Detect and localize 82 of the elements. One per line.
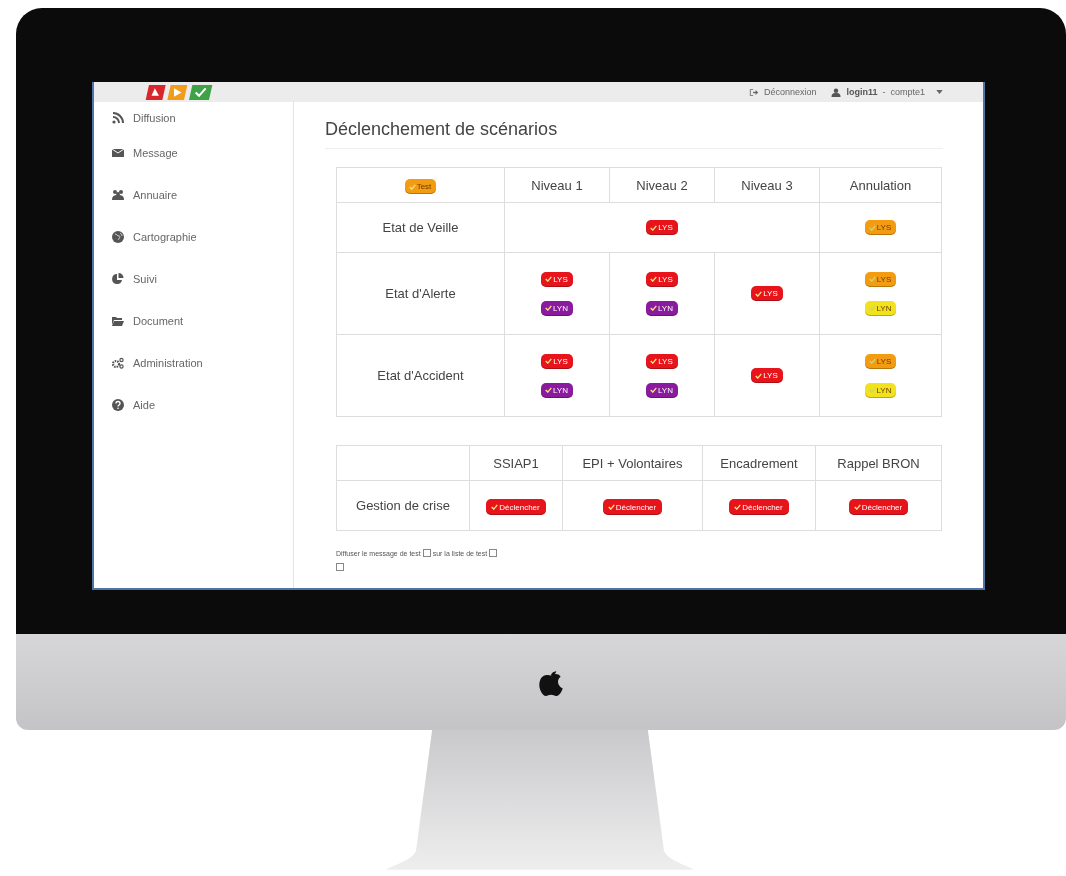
- column-header: SSIAP1: [469, 445, 563, 481]
- scenario-badge[interactable]: LYS: [646, 271, 678, 287]
- scenario-badge[interactable]: LYN: [864, 300, 897, 316]
- scenario-badge[interactable]: LYS: [864, 353, 897, 369]
- column-header: EPI + Volontaires: [562, 445, 703, 481]
- check-icon: [755, 290, 763, 297]
- logo-icon: [144, 83, 214, 101]
- trigger-button[interactable]: Déclencher: [602, 499, 663, 515]
- account-name[interactable]: compte1: [890, 87, 925, 97]
- scenario-badge[interactable]: LYS: [864, 271, 897, 287]
- checkbox[interactable]: [489, 549, 498, 557]
- logout-link[interactable]: Déconnexion: [763, 87, 817, 97]
- check-icon: [755, 372, 763, 379]
- check-icon: [408, 183, 416, 190]
- check-icon: [868, 305, 876, 311]
- row-label: Etat d'Accident: [336, 334, 505, 417]
- column-header: Niveau 3: [714, 167, 820, 203]
- row-label: Gestion de crise: [336, 480, 470, 531]
- envelope-icon: [112, 146, 124, 159]
- check-icon: [545, 387, 552, 393]
- help-icon: [112, 398, 124, 411]
- check-icon: [650, 358, 658, 364]
- rss-icon: [112, 112, 124, 124]
- check-icon: [607, 504, 615, 510]
- scenario-badge[interactable]: LYN: [541, 382, 573, 398]
- sidebar-item[interactable]: Diffusion: [94, 104, 293, 132]
- sidebar-item[interactable]: Cartographie: [94, 215, 293, 258]
- scenario-badge[interactable]: LYS: [751, 368, 783, 383]
- gears-icon: [112, 356, 124, 369]
- column-header: Niveau 1: [504, 167, 610, 203]
- separator: -: [882, 87, 886, 97]
- scenario-badge[interactable]: LYS: [864, 220, 897, 235]
- column-header: Annulation: [819, 167, 942, 203]
- check-icon: [868, 358, 876, 364]
- row-label: Etat de Veille: [336, 202, 505, 253]
- page-title: Déclenchement de scénarios: [325, 118, 559, 140]
- scenario-badge[interactable]: LYN: [541, 300, 573, 316]
- scenario-badge[interactable]: LYN: [646, 300, 678, 316]
- sidebar-item[interactable]: Document: [94, 299, 293, 342]
- checkbox[interactable]: [336, 563, 344, 571]
- check-icon: [650, 276, 658, 282]
- scenario-badge[interactable]: LYS: [751, 286, 783, 301]
- sidebar-item[interactable]: Administration: [94, 341, 293, 384]
- check-icon: [545, 358, 553, 364]
- trigger-button[interactable]: Déclencher: [848, 499, 909, 515]
- user-icon: [831, 87, 842, 97]
- sidebar-item[interactable]: Aide: [94, 383, 293, 426]
- check-icon: [650, 224, 658, 231]
- checkbox[interactable]: [422, 549, 431, 557]
- caret-icon[interactable]: [936, 90, 943, 94]
- sidebar-item[interactable]: Message: [94, 131, 293, 174]
- check-icon: [491, 504, 499, 510]
- check-icon: [650, 387, 657, 393]
- scenario-badge[interactable]: LYS: [646, 220, 678, 235]
- check-icon: [868, 224, 876, 231]
- trigger-button[interactable]: Déclencher: [729, 499, 789, 515]
- users-icon: [112, 188, 124, 201]
- sidebar-item[interactable]: Suivi: [94, 257, 293, 300]
- sidebar-item[interactable]: Annuaire: [94, 173, 293, 216]
- test-badge[interactable]: Test: [404, 179, 437, 195]
- row-label: Etat d'Alerte: [336, 252, 505, 335]
- logout-icon: [748, 87, 759, 97]
- scenario-badge[interactable]: LYS: [646, 353, 678, 369]
- check-icon: [650, 305, 657, 311]
- check-icon: [868, 387, 876, 393]
- check-icon: [853, 504, 861, 510]
- check-icon: [868, 276, 876, 282]
- globe-icon: [112, 230, 124, 243]
- column-header: Encadrement: [702, 445, 816, 481]
- scenario-badge[interactable]: LYN: [864, 382, 897, 398]
- trigger-button[interactable]: Déclencher: [486, 499, 546, 515]
- scenario-badge[interactable]: LYS: [541, 353, 573, 369]
- user-login[interactable]: login11: [846, 87, 878, 97]
- check-icon: [734, 504, 742, 510]
- pie-chart-icon: [112, 272, 124, 285]
- check-icon: [545, 276, 553, 282]
- scenario-badge[interactable]: LYN: [646, 382, 678, 398]
- scenario-badge[interactable]: LYS: [541, 271, 573, 287]
- check-icon: [545, 305, 552, 311]
- folder-icon: [112, 314, 124, 327]
- column-header: Niveau 2: [609, 167, 715, 203]
- column-header: Rappel BRON: [815, 445, 942, 481]
